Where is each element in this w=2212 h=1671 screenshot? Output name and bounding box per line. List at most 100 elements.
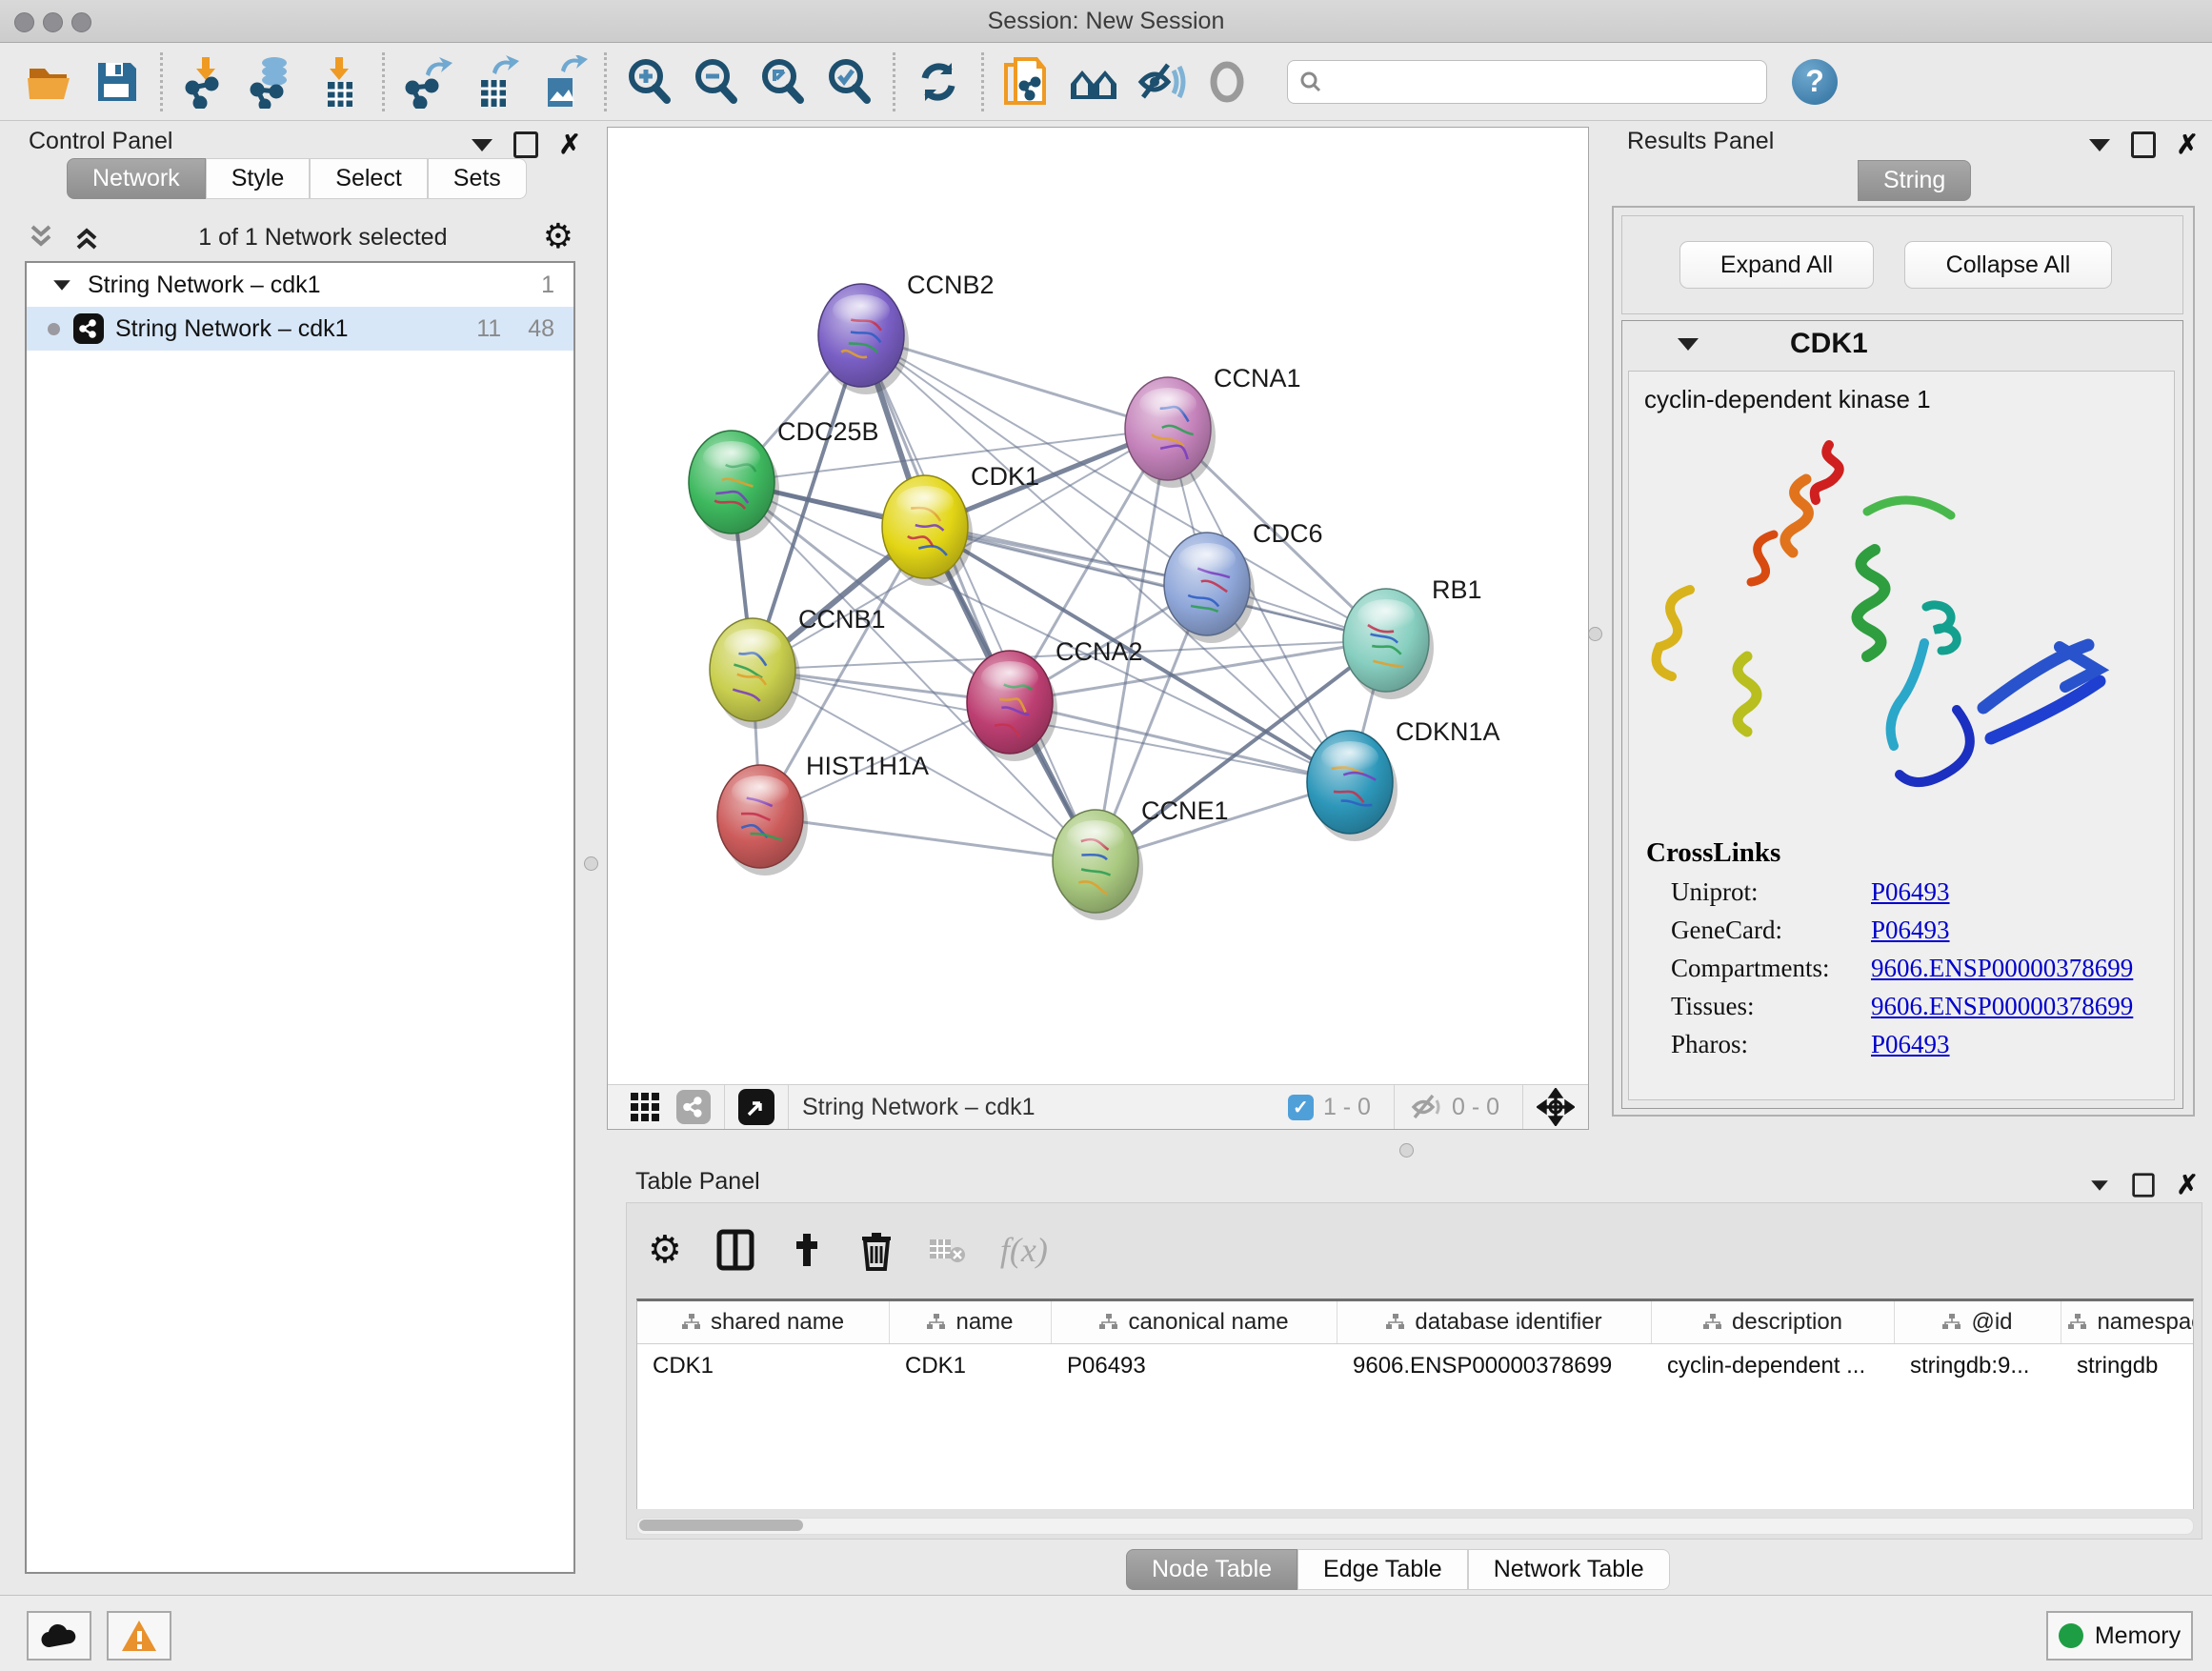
panel-close-icon[interactable]: ✗ [559,134,581,155]
tab-network-table[interactable]: Network Table [1468,1549,1670,1590]
column-header[interactable]: @id [1895,1301,2061,1343]
cell[interactable]: CDK1 [637,1344,890,1388]
panel-minimize-icon[interactable] [2091,1180,2108,1190]
import-network-icon[interactable] [179,55,232,109]
column-header[interactable]: canonical name [1052,1301,1337,1343]
cloud-button[interactable] [27,1611,91,1661]
column-header[interactable]: namespace [2061,1301,2194,1343]
network-collection-row[interactable]: String Network – cdk1 1 [27,263,573,307]
zoom-in-icon[interactable] [623,55,676,109]
gear-icon[interactable]: ⚙ [543,220,573,254]
tab-string[interactable]: String [1858,160,1971,201]
column-header[interactable]: shared name [637,1301,890,1343]
help-icon[interactable]: ? [1792,59,1838,105]
expand-all-icon[interactable] [70,221,103,253]
crosslink-link[interactable]: P06493 [1871,916,1950,945]
crosslink-link[interactable]: 9606.ENSP00000378699 [1871,954,2133,983]
gene-collapse-icon[interactable] [1678,338,1699,351]
collapse-all-button[interactable]: Collapse All [1904,241,2112,289]
cell[interactable]: stringdb:9... [1895,1344,2061,1388]
cell[interactable]: cyclin-dependent ... [1652,1344,1895,1388]
network-edge[interactable] [861,335,1096,861]
open-session-icon[interactable] [24,55,77,109]
pan-crosshair-icon[interactable] [1537,1088,1575,1126]
houses-icon[interactable] [1067,55,1120,109]
network-node[interactable] [1307,731,1398,841]
table-horizontal-scrollbar[interactable] [636,1518,2194,1535]
network-node[interactable] [710,618,800,729]
collection-collapse-icon[interactable] [53,280,70,290]
export-image-icon[interactable] [534,55,588,109]
export-network-icon[interactable] [401,55,454,109]
crosslink-link[interactable]: P06493 [1871,1030,1950,1059]
network-view-share-icon[interactable] [676,1090,711,1124]
network-node[interactable] [717,765,808,876]
crosslink-link[interactable]: 9606.ENSP00000378699 [1871,992,2133,1021]
selected-nodes-checkbox[interactable]: ✓ [1288,1095,1314,1120]
network-edge[interactable] [1010,702,1350,782]
scrollbar-thumb[interactable] [639,1520,803,1531]
string-network-graph[interactable]: CCNB2CCNA1CDC25BCDK1CDC6RB1CCNB1CCNA2CDK… [608,128,1588,1084]
network-node[interactable] [1125,377,1216,488]
cell[interactable]: 9606.ENSP00000378699 [1337,1344,1652,1388]
collapse-all-icon[interactable] [25,221,57,253]
network-node[interactable] [1343,589,1434,699]
network-node[interactable] [818,284,909,394]
panel-float-icon[interactable] [2132,1173,2154,1197]
warning-button[interactable] [107,1611,171,1661]
network-canvas[interactable]: CCNB2CCNA1CDC25BCDK1CDC6RB1CCNB1CCNA2CDK… [607,127,1589,1130]
network-node[interactable] [1164,533,1255,643]
hide-selected-icon[interactable] [1134,55,1187,109]
crosslink-link[interactable]: P06493 [1871,877,1950,907]
zoom-fit-icon[interactable] [756,55,810,109]
delete-column-icon[interactable] [859,1229,894,1271]
export-table-icon[interactable] [468,55,521,109]
cell[interactable]: P06493 [1052,1344,1337,1388]
tab-select[interactable]: Select [310,158,427,199]
tab-network[interactable]: Network [67,158,206,199]
zoom-out-icon[interactable] [690,55,743,109]
string-import-icon[interactable] [1000,55,1054,109]
column-header[interactable]: database identifier [1337,1301,1652,1343]
gene-section-header[interactable]: CDK1 [1622,321,2182,367]
network-node[interactable] [882,475,973,586]
save-session-icon[interactable] [90,55,144,109]
column-header[interactable]: name [890,1301,1052,1343]
refresh-icon[interactable] [912,55,965,109]
network-row-selected[interactable]: String Network – cdk1 11 48 [27,307,573,351]
column-header[interactable]: description [1652,1301,1895,1343]
network-node[interactable] [967,651,1057,761]
table-row[interactable]: CDK1CDK1P064939606.ENSP00000378699cyclin… [637,1344,2193,1388]
tab-style[interactable]: Style [206,158,311,199]
network-node[interactable] [689,431,779,541]
network-edge[interactable] [760,816,1096,861]
table-settings-icon[interactable]: ⚙ [648,1233,682,1267]
tab-edge-table[interactable]: Edge Table [1297,1549,1468,1590]
import-database-icon[interactable] [246,55,299,109]
panel-close-icon[interactable]: ✗ [2177,1175,2199,1196]
node-table[interactable]: shared namenamecanonical namedatabase id… [636,1299,2194,1509]
panel-minimize-icon[interactable] [472,139,493,151]
panel-float-icon[interactable] [513,131,538,158]
memory-button[interactable]: Memory [2046,1611,2193,1661]
grid-view-icon[interactable] [629,1091,661,1123]
network-results-splitter-handle[interactable] [1588,627,1602,641]
tab-sets[interactable]: Sets [428,158,527,199]
vertical-splitter-handle[interactable] [584,856,598,871]
cell[interactable]: CDK1 [890,1344,1052,1388]
add-column-icon[interactable] [789,1232,825,1268]
search-field[interactable] [1287,60,1767,104]
search-input[interactable] [1324,68,1766,96]
panel-close-icon[interactable]: ✗ [2177,134,2199,155]
panel-float-icon[interactable] [2131,131,2156,158]
cell[interactable]: stringdb [2061,1344,2194,1388]
zoom-selected-icon[interactable] [823,55,876,109]
panel-minimize-icon[interactable] [2089,139,2110,151]
show-columns-icon[interactable] [716,1229,754,1271]
import-table-icon[interactable] [312,55,366,109]
expand-all-button[interactable]: Expand All [1679,241,1874,289]
show-all-icon[interactable] [1200,55,1254,109]
network-node[interactable] [1053,810,1143,920]
birdseye-icon[interactable] [738,1089,774,1125]
tab-node-table[interactable]: Node Table [1126,1549,1297,1590]
